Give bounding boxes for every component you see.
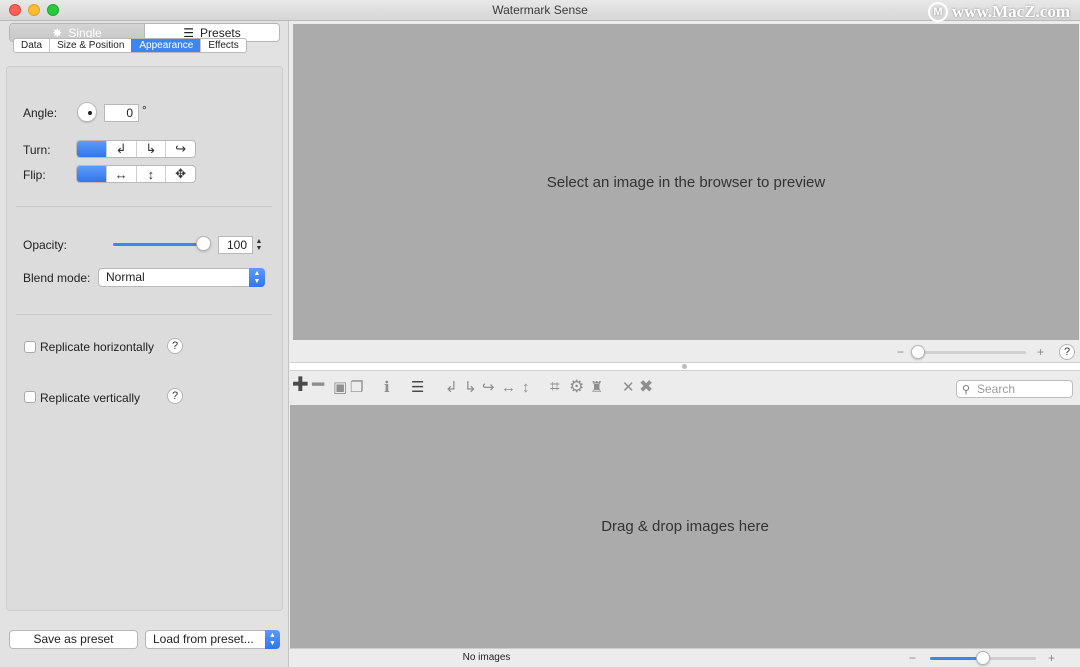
chevron-updown-icon: ▲ ▼ [249,268,265,287]
status-bar: No images − + [290,648,1080,667]
blend-mode-select[interactable]: Normal ▲ ▼ [98,268,265,287]
save-icon[interactable]: ▣ [333,379,347,397]
watermark-text: www.MacZ.com [951,2,1070,21]
add-image-icon[interactable]: ✚ [292,375,309,395]
turn-none-button[interactable] [77,141,106,157]
turn-label: Turn: [23,143,51,157]
flip-both-icon[interactable]: ✥ [165,166,195,182]
search-icon: ⚲ [962,384,971,396]
flip-none-button[interactable] [77,166,106,182]
flip-segmented-control: ↔ ↕ ✥ [76,165,196,183]
preview-zoom-knob[interactable] [911,345,925,359]
image-preview-area[interactable]: Select an image in the browser to previe… [293,24,1079,340]
zoom-out-icon[interactable]: − [909,651,916,665]
load-from-preset-popup[interactable]: Load from preset... ▲ ▼ [145,630,280,649]
flip-vertical-icon[interactable]: ↕ [135,166,166,182]
preview-zoom-slider[interactable] [918,351,1026,354]
tab-effects[interactable]: Effects [200,39,245,52]
clear-all-icon[interactable]: ✖ [639,378,653,396]
help-icon[interactable]: ? [167,388,183,404]
zoom-out-icon[interactable]: − [897,345,904,359]
replicate-vertically-label: Replicate vertically [40,391,141,405]
opacity-slider-track[interactable] [113,243,205,246]
blend-mode-value: Normal [106,270,145,284]
save-all-icon[interactable]: ❐ [350,379,363,397]
auto-crop-icon[interactable]: ⚙ [569,378,584,396]
status-text: No images [462,652,511,663]
browser-placeholder: Drag & drop images here [601,518,769,535]
search-placeholder: Search [977,382,1016,396]
remove-crop-icon[interactable]: ♜ [590,379,603,397]
remove-image-icon[interactable]: ━ [312,375,324,395]
section-divider [16,206,272,207]
turn-left-icon[interactable]: ↲ [445,379,458,397]
opacity-field[interactable]: 100 [218,236,253,254]
preview-zoom-bar: − + ? [290,342,1080,362]
replicate-vertically-checkbox[interactable] [24,391,36,403]
turn-right-icon[interactable]: ↳ [464,379,477,397]
section-divider [16,314,272,315]
zoom-in-icon[interactable]: + [1048,651,1055,665]
watermark-logo-icon: M [927,2,948,22]
flip-horizontal-icon[interactable]: ↔ [501,379,516,397]
load-from-preset-label: Load from preset... [153,632,254,646]
turn-around-icon[interactable]: ↪ [482,379,495,397]
title-bar: Watermark Sense M www.MacZ.com [0,0,1080,22]
image-browser-drop-area[interactable]: Drag & drop images here [290,405,1080,648]
info-icon[interactable]: ℹ [384,379,390,397]
opacity-stepper[interactable]: ▲ ▼ [254,236,264,254]
drag-handle-icon [682,364,687,369]
flip-horizontal-icon[interactable]: ↔ [105,166,136,182]
angle-dial[interactable] [77,102,97,122]
search-input[interactable]: ⚲ Search [956,380,1073,398]
replicate-horizontally-label: Replicate horizontally [40,340,155,354]
degree-unit: ° [142,103,147,117]
chevron-updown-icon: ▲ ▼ [265,630,280,649]
browser-zoom-knob[interactable] [976,651,990,665]
split-view-divider[interactable] [290,362,1080,371]
blend-mode-label: Blend mode: [23,271,91,285]
opacity-label: Opacity: [23,238,68,252]
site-watermark: M www.MacZ.com [927,2,1070,22]
zoom-in-icon[interactable]: + [1037,345,1044,359]
settings-tabs: Data Size & Position Appearance Effects [13,38,247,53]
save-as-preset-button[interactable]: Save as preset [9,630,138,649]
turn-segmented-control: ↲ ↳ ↪ [76,140,196,158]
help-icon[interactable]: ? [1059,344,1075,360]
flip-label: Flip: [23,168,46,182]
tab-appearance[interactable]: Appearance [131,39,201,52]
opacity-slider-knob[interactable] [196,236,211,251]
clear-icon[interactable]: ✕ [622,379,635,397]
browser-toolbar: ✚ ━ ▣ ❐ ℹ ☰ ↲ ↳ ↪ ↔ ↕ ⌗ ⚙ ♜ ✕ ✖ ⚲ Search [290,372,1080,405]
turn-left-icon[interactable]: ↲ [105,141,136,157]
flip-vertical-icon[interactable]: ↕ [522,379,530,397]
crop-icon[interactable]: ⌗ [550,378,560,396]
angle-label: Angle: [23,106,58,120]
list-view-icon[interactable]: ☰ [411,379,424,397]
window-title: Watermark Sense [492,3,588,17]
preview-placeholder: Select an image in the browser to previe… [546,173,826,191]
help-icon[interactable]: ? [167,338,183,354]
tab-data[interactable]: Data [14,39,49,52]
turn-right-icon[interactable]: ↳ [135,141,166,157]
angle-field[interactable]: 0 [104,104,139,122]
tab-size-position[interactable]: Size & Position [49,39,131,52]
replicate-horizontally-checkbox[interactable] [24,341,36,353]
turn-around-icon[interactable]: ↪ [165,141,195,157]
